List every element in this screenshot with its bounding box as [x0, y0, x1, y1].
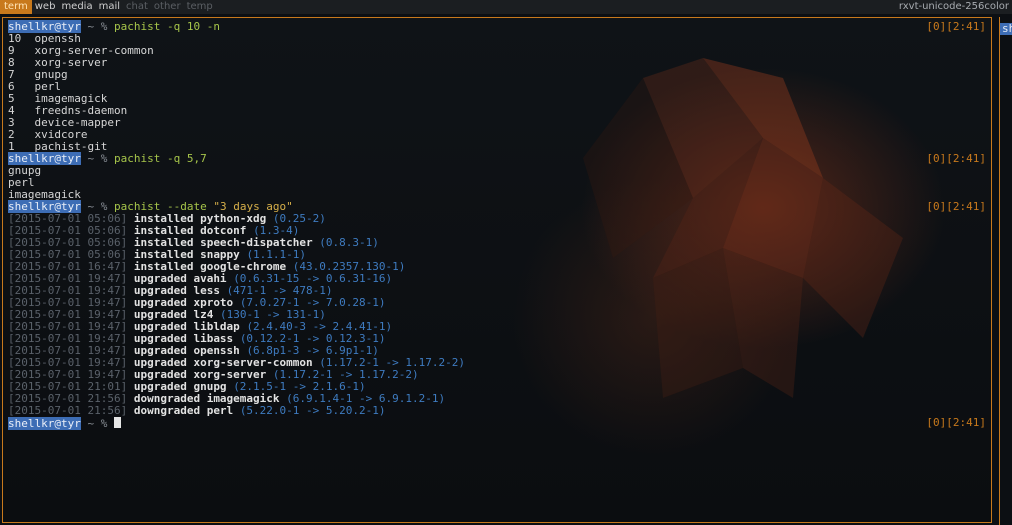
- entry-timestamp: [2015-07-01 21:56]: [8, 404, 128, 417]
- status-indicator: [0][2:41]: [926, 416, 986, 429]
- tag-mail[interactable]: mail: [96, 0, 123, 14]
- command-text: pachist -q 10 -n: [113, 20, 220, 33]
- entry-version: (0.8.3-1): [319, 236, 379, 249]
- entry-version: (5.22.0-1 -> 5.20.2-1): [239, 404, 386, 417]
- tag-temp[interactable]: temp: [184, 0, 216, 14]
- prompt-symbol: %: [100, 152, 108, 165]
- top-bar: term web media mail chat other temp rxvt-unico…: [0, 0, 1012, 14]
- output-line: 8 xorg-server: [8, 56, 108, 69]
- tag-media[interactable]: media: [58, 0, 95, 14]
- command-text: pachist -q 5,7: [113, 152, 207, 165]
- prompt-line: shellkr@tyr ~ % pachist -q 10 -n [0][2:41…: [8, 20, 986, 33]
- prompt-symbol: %: [100, 20, 108, 33]
- tag-web[interactable]: web: [32, 0, 59, 14]
- status-indicator: [0][2:41]: [926, 20, 986, 33]
- output-line: 3 device-mapper: [8, 116, 121, 129]
- prompt-symbol: %: [100, 417, 108, 430]
- output-line: 10 openssh: [8, 32, 81, 45]
- prompt-path: ~: [87, 20, 95, 33]
- prompt-user: shellkr@tyr: [8, 417, 81, 430]
- output-line: 4 freedns-daemon: [8, 104, 128, 117]
- output-line: 9 xorg-server-common: [8, 44, 154, 57]
- window-title: rxvt-unicode-256color: [898, 1, 1009, 12]
- prompt-line: shellkr@tyr ~ % [0][2:41]: [8, 416, 986, 430]
- entry-action: downgraded perl: [133, 404, 234, 417]
- output-line: 5 imagemagick: [8, 92, 108, 105]
- output-line: gnupg: [8, 164, 42, 177]
- tag-chat[interactable]: chat: [123, 0, 151, 14]
- status-indicator: [0][2:41]: [926, 152, 986, 165]
- terminal-content: shellkr@tyr ~ % pachist -q 10 -n [0][2:41…: [8, 20, 986, 430]
- output-line: 7 gnupg: [8, 68, 68, 81]
- output-line: 6 perl: [8, 80, 61, 93]
- prompt-line: shellkr@tyr ~ % pachist -q 5,7 [0][2:41]: [8, 152, 986, 165]
- tag-other[interactable]: other: [151, 0, 184, 14]
- tag-term[interactable]: term: [0, 0, 32, 14]
- prompt-path: ~: [87, 417, 95, 430]
- cursor: [113, 417, 121, 428]
- output-line: 2 xvidcore: [8, 128, 88, 141]
- history-entry: [2015-07-01 21:56] downgraded perl (5.22…: [8, 405, 986, 417]
- side-pane-prompt: sh: [1000, 23, 1012, 35]
- terminal-window[interactable]: shellkr@tyr ~ % pachist -q 10 -n [0][2:41…: [2, 17, 992, 523]
- status-indicator: [0][2:41]: [926, 200, 986, 213]
- tag-list: term web media mail chat other temp: [0, 0, 216, 14]
- prompt-path: ~: [87, 152, 95, 165]
- output-line: perl: [8, 176, 35, 189]
- side-pane[interactable]: sh: [999, 17, 1012, 525]
